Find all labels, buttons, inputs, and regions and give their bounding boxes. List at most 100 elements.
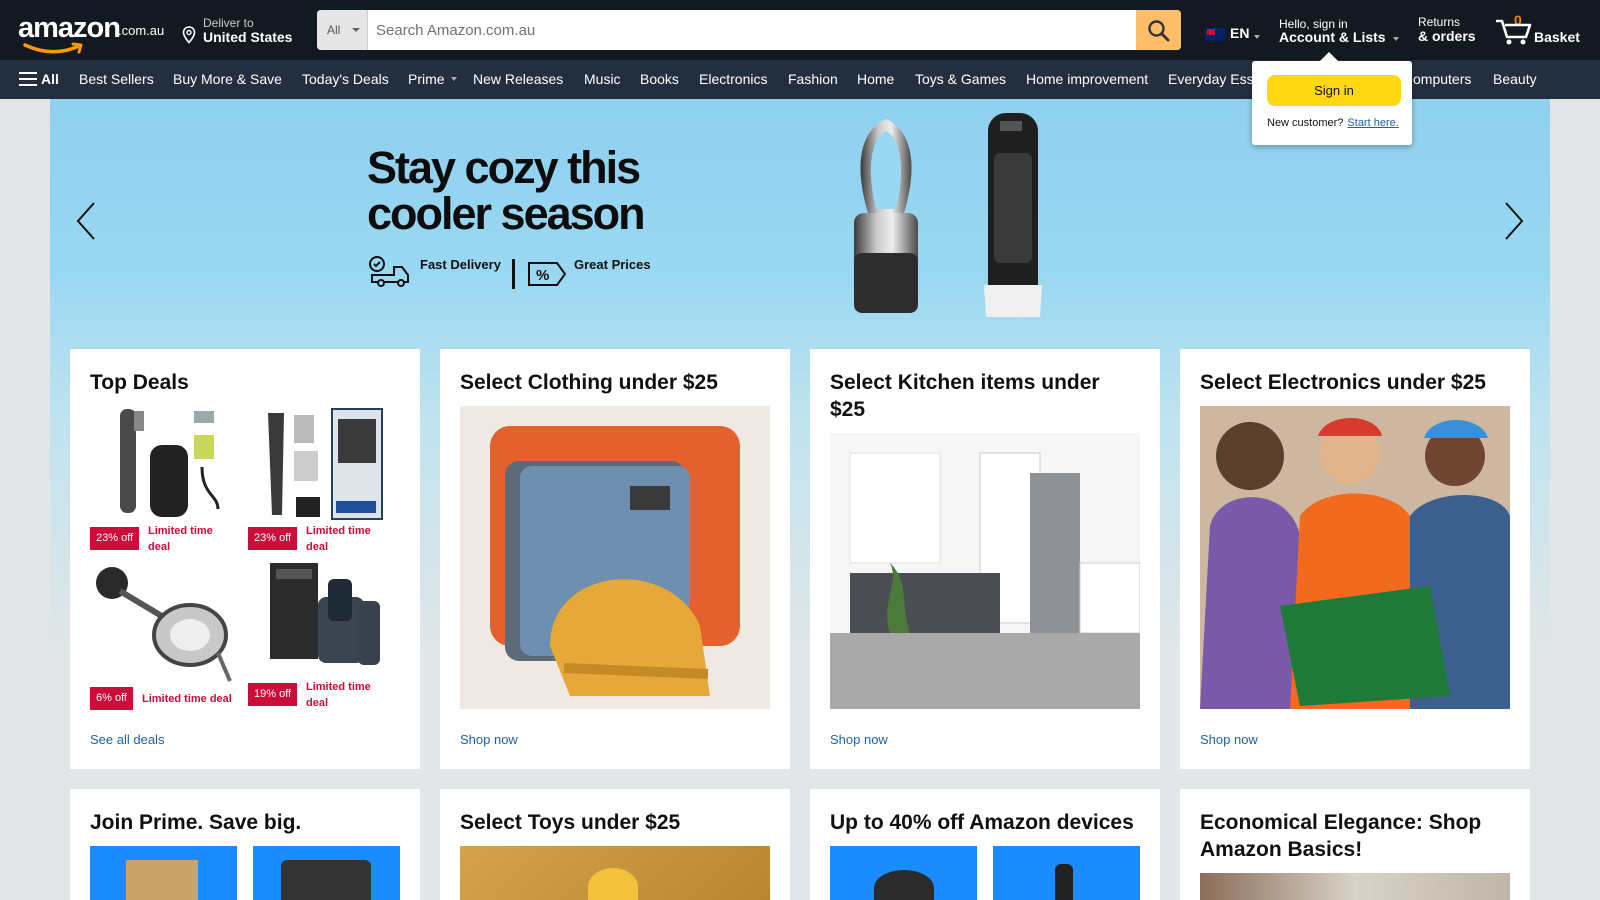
account-and-lists[interactable]: Hello, sign in Account & Lists bbox=[1279, 17, 1404, 47]
chevron-down-icon bbox=[1254, 35, 1260, 39]
nav-music[interactable]: Music bbox=[584, 71, 621, 87]
kitchen-card: Select Kitchen items under $25 Shop now bbox=[810, 349, 1160, 769]
hero-headline-line2: cooler season bbox=[367, 188, 646, 239]
air-purifier-heater-image bbox=[854, 119, 918, 313]
amazon-devices-card: Up to 40% off Amazon devices bbox=[810, 789, 1160, 900]
orders-label: & orders bbox=[1418, 28, 1476, 44]
fishing-reel-image bbox=[96, 567, 232, 682]
nav-prime-label: Prime bbox=[408, 71, 445, 87]
returns-and-orders[interactable]: Returns & orders bbox=[1418, 15, 1488, 45]
nav-everyday-essentials[interactable]: Everyday Ess bbox=[1168, 71, 1254, 87]
account-label: Account & Lists bbox=[1279, 29, 1386, 45]
shop-now-link[interactable]: Shop now bbox=[830, 732, 888, 747]
nav-electronics[interactable]: Electronics bbox=[699, 71, 767, 87]
electronics-image[interactable] bbox=[1200, 406, 1510, 709]
search-category-dropdown[interactable]: All bbox=[317, 10, 368, 50]
kitchen-image[interactable] bbox=[830, 433, 1140, 709]
nav-toys-games[interactable]: Toys & Games bbox=[915, 71, 1006, 87]
hamburger-menu-icon bbox=[19, 72, 37, 86]
carousel-next-icon[interactable] bbox=[1498, 199, 1528, 243]
fire-tv-image[interactable] bbox=[993, 846, 1140, 900]
logo-domain: .com.au bbox=[118, 23, 165, 38]
limited-time-deal-label: Limited time deal bbox=[306, 525, 371, 553]
nav-beauty[interactable]: Beauty bbox=[1493, 71, 1537, 87]
tablet-device bbox=[281, 860, 371, 900]
discount-badge: 23% off bbox=[90, 527, 140, 550]
chevron-down-icon bbox=[352, 28, 360, 32]
discount-badge: 6% off bbox=[90, 687, 133, 710]
smile-arrow-icon bbox=[23, 42, 83, 54]
hero-headline: Stay cozy this cooler season bbox=[367, 142, 646, 239]
carousel-prev-icon[interactable] bbox=[72, 199, 102, 243]
nav-home[interactable]: Home bbox=[857, 71, 894, 87]
limited-time-deal-label: Limited time deal bbox=[142, 693, 232, 705]
nav-best-sellers[interactable]: Best Sellers bbox=[79, 71, 154, 87]
top-header: amazon .com.au Deliver to United States … bbox=[0, 0, 1600, 60]
amazon-logo[interactable]: amazon .com.au bbox=[18, 12, 166, 54]
amazon-basics-card: Economical Elegance: Shop Amazon Basics! bbox=[1180, 789, 1530, 900]
prime-box-image[interactable] bbox=[90, 846, 237, 900]
remote-control bbox=[1055, 864, 1073, 900]
basket-button[interactable]: 0 Basket bbox=[1494, 12, 1592, 48]
card-title: Economical Elegance: Shop Amazon Basics! bbox=[1200, 811, 1482, 861]
logo-wordmark: amazon bbox=[18, 12, 121, 44]
search-icon bbox=[1148, 20, 1170, 42]
limited-time-deal-label: Limited time deal bbox=[148, 525, 213, 553]
echo-device-image[interactable] bbox=[830, 846, 977, 900]
electric-shaver-image bbox=[270, 563, 380, 665]
signin-button[interactable]: Sign in bbox=[1267, 75, 1401, 106]
nav-prime[interactable]: Prime bbox=[408, 71, 457, 87]
card-title: Select Clothing under $25 bbox=[460, 371, 718, 394]
returns-label: Returns bbox=[1418, 15, 1461, 29]
toys-card: Select Toys under $25 bbox=[440, 789, 790, 900]
prime-card: Join Prime. Save big. bbox=[70, 789, 420, 900]
new-customer-label: New customer? bbox=[1267, 117, 1344, 129]
deal-item[interactable]: 23% off Limited time deal bbox=[248, 405, 398, 555]
start-here-link[interactable]: Start here. bbox=[1347, 117, 1398, 129]
card-title: Select Electronics under $25 bbox=[1200, 371, 1486, 394]
search-bar: All bbox=[317, 10, 1181, 50]
shop-now-link[interactable]: Shop now bbox=[1200, 732, 1258, 747]
nav-buy-more-save[interactable]: Buy More & Save bbox=[173, 71, 282, 87]
top-deals-card: Top Deals 23% off Limited time deal 23% … bbox=[70, 349, 420, 769]
language-selector[interactable]: EN bbox=[1205, 25, 1265, 45]
nav-books[interactable]: Books bbox=[640, 71, 679, 87]
gamers-laptop-illustration bbox=[1200, 406, 1510, 709]
hero-divider bbox=[512, 259, 515, 289]
nav-computers[interactable]: omputers bbox=[1413, 71, 1471, 87]
hero-headline-line1: Stay cozy this bbox=[367, 142, 641, 193]
basket-label: Basket bbox=[1534, 29, 1580, 45]
australia-flag-icon bbox=[1205, 28, 1225, 41]
new-customer-text: New customer? Start here. bbox=[1267, 117, 1399, 129]
nav-home-improvement[interactable]: Home improvement bbox=[1026, 71, 1148, 87]
search-input[interactable] bbox=[368, 10, 1136, 50]
shop-now-link[interactable]: Shop now bbox=[460, 732, 518, 747]
deal-item[interactable]: 19% off Limited time deal bbox=[248, 561, 398, 711]
language-code: EN bbox=[1230, 25, 1250, 41]
deliver-to-location[interactable]: Deliver to United States bbox=[182, 14, 302, 48]
nav-fashion[interactable]: Fashion bbox=[788, 71, 838, 87]
toys-image[interactable] bbox=[460, 846, 770, 900]
deal-item[interactable]: 6% off Limited time deal bbox=[90, 561, 240, 711]
gift-bow bbox=[588, 868, 638, 900]
tower-heater-image bbox=[984, 113, 1042, 317]
card-title: Top Deals bbox=[90, 371, 189, 394]
hero-feature-great-prices: Great Prices bbox=[574, 257, 651, 272]
search-submit-button[interactable] bbox=[1136, 10, 1181, 50]
prime-video-image[interactable] bbox=[253, 846, 400, 900]
cart-icon bbox=[1496, 19, 1532, 45]
see-all-deals-link[interactable]: See all deals bbox=[90, 732, 164, 747]
kitchen-room-illustration bbox=[830, 433, 1140, 709]
clothing-image[interactable] bbox=[460, 406, 770, 709]
chevron-down-icon bbox=[1393, 37, 1399, 41]
clothing-stack-illustration bbox=[490, 426, 740, 696]
all-menu-button[interactable]: All bbox=[19, 71, 59, 87]
hero-feature-fast-delivery: Fast Delivery bbox=[420, 257, 501, 272]
card-title: Select Kitchen items under $25 bbox=[830, 371, 1100, 421]
nav-new-releases[interactable]: New Releases bbox=[473, 71, 563, 87]
nav-todays-deals[interactable]: Today's Deals bbox=[302, 71, 389, 87]
amazon-basics-image[interactable] bbox=[1200, 873, 1510, 900]
trimmer-kit-image bbox=[120, 409, 220, 517]
deal-item[interactable]: 23% off Limited time deal bbox=[90, 405, 240, 555]
search-category-label: All bbox=[327, 23, 341, 37]
